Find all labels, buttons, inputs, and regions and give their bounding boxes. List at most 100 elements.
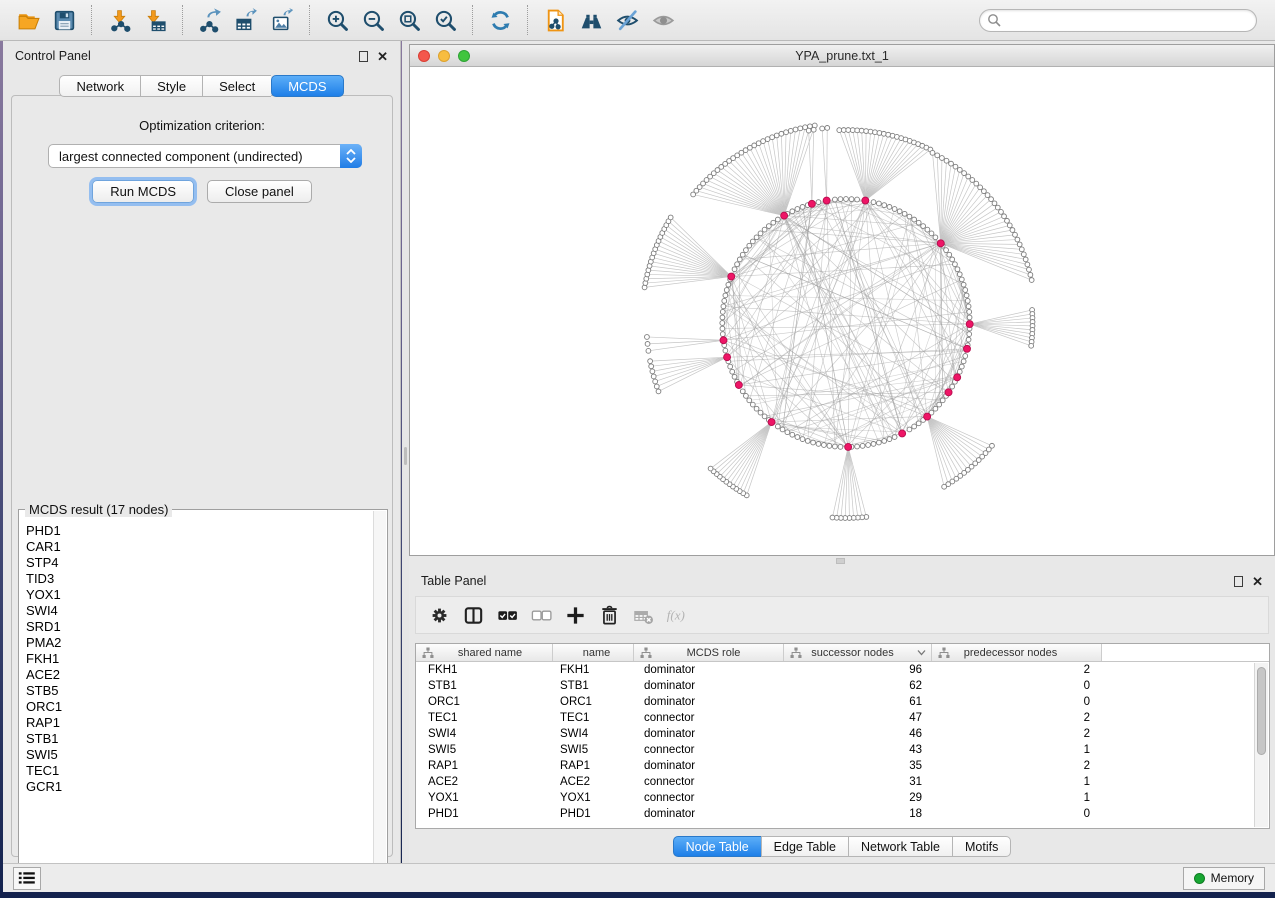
- column-header-name[interactable]: name: [553, 644, 634, 661]
- leaf-node[interactable]: [646, 348, 651, 353]
- table-scrollbar[interactable]: [1254, 663, 1268, 827]
- leaf-node[interactable]: [1007, 223, 1012, 228]
- ring-node[interactable]: [790, 432, 795, 437]
- mcds-hub-node[interactable]: [823, 197, 830, 204]
- table-row[interactable]: ORC1ORC1dominator610: [416, 694, 1269, 710]
- ring-node[interactable]: [771, 220, 776, 225]
- close-panel-icon[interactable]: ✕: [377, 51, 388, 62]
- mcds-hub-node[interactable]: [954, 374, 961, 381]
- mcds-hub-node[interactable]: [808, 200, 815, 207]
- mcds-hub-node[interactable]: [966, 321, 973, 328]
- mcds-result-node[interactable]: ACE2: [26, 667, 372, 683]
- mcds-result-node[interactable]: STB1: [26, 731, 372, 747]
- leaf-node[interactable]: [649, 364, 654, 369]
- table-row[interactable]: FKH1FKH1dominator962: [416, 662, 1269, 678]
- leaf-node[interactable]: [656, 389, 661, 394]
- mcds-result-node[interactable]: SWI5: [26, 747, 372, 763]
- leaf-node[interactable]: [935, 153, 940, 158]
- ring-node[interactable]: [762, 227, 767, 232]
- ring-node[interactable]: [916, 421, 921, 426]
- mcds-hub-node[interactable]: [768, 419, 775, 426]
- ring-node[interactable]: [754, 406, 759, 411]
- ring-node[interactable]: [933, 406, 938, 411]
- ring-node[interactable]: [723, 293, 728, 298]
- ring-node[interactable]: [721, 304, 726, 309]
- ring-node[interactable]: [937, 402, 942, 407]
- tab-network-table[interactable]: Network Table: [848, 836, 952, 857]
- ring-node[interactable]: [720, 321, 725, 326]
- column-header-shared-name[interactable]: shared name: [416, 644, 553, 661]
- leaf-node[interactable]: [761, 139, 766, 144]
- ring-node[interactable]: [912, 217, 917, 222]
- leaf-node[interactable]: [793, 127, 798, 132]
- ring-node[interactable]: [877, 440, 882, 445]
- search-input[interactable]: [979, 9, 1257, 32]
- ring-node[interactable]: [747, 243, 752, 248]
- export-table-button[interactable]: [228, 4, 264, 36]
- leaf-node[interactable]: [1023, 257, 1028, 262]
- memory-button[interactable]: Memory: [1183, 867, 1265, 890]
- ring-node[interactable]: [966, 337, 971, 342]
- leaf-node[interactable]: [995, 205, 1000, 210]
- leaf-node[interactable]: [962, 171, 967, 176]
- hide-selected-button[interactable]: [609, 4, 645, 36]
- mcds-hub-node[interactable]: [720, 337, 727, 344]
- ring-node[interactable]: [963, 288, 968, 293]
- export-network-button[interactable]: [192, 4, 228, 36]
- mcds-hub-node[interactable]: [724, 354, 731, 361]
- mcds-result-node[interactable]: STB5: [26, 683, 372, 699]
- ring-node[interactable]: [744, 393, 749, 398]
- leaf-node[interactable]: [1015, 237, 1020, 242]
- mcds-result-node[interactable]: CAR1: [26, 539, 372, 555]
- ring-node[interactable]: [800, 205, 805, 210]
- leaf-node[interactable]: [957, 167, 962, 172]
- leaf-node[interactable]: [820, 126, 825, 131]
- ring-node[interactable]: [887, 205, 892, 210]
- leaf-node[interactable]: [765, 137, 770, 142]
- table-row[interactable]: TEC1TEC1connector472: [416, 710, 1269, 726]
- leaf-node[interactable]: [830, 515, 835, 520]
- close-panel-icon[interactable]: ✕: [1252, 576, 1263, 587]
- mcds-result-node[interactable]: TID3: [26, 571, 372, 587]
- table-row[interactable]: SWI5SWI5connector431: [416, 742, 1269, 758]
- tab-motifs[interactable]: Motifs: [952, 836, 1011, 857]
- ring-node[interactable]: [950, 384, 955, 389]
- ring-node[interactable]: [902, 211, 907, 216]
- mcds-result-node[interactable]: YOX1: [26, 587, 372, 603]
- ring-node[interactable]: [730, 369, 735, 374]
- leaf-node[interactable]: [1027, 267, 1032, 272]
- ring-node[interactable]: [912, 424, 917, 429]
- ring-node[interactable]: [800, 437, 805, 442]
- ring-node[interactable]: [740, 252, 745, 257]
- zoom-selected-button[interactable]: [427, 4, 463, 36]
- delete-columns-button[interactable]: [592, 600, 626, 630]
- leaf-node[interactable]: [806, 128, 811, 133]
- mcds-hub-node[interactable]: [845, 443, 852, 450]
- mcds-result-node[interactable]: GCR1: [26, 779, 372, 795]
- save-session-button[interactable]: [46, 4, 82, 36]
- ring-node[interactable]: [887, 437, 892, 442]
- ring-node[interactable]: [720, 309, 725, 314]
- leaf-node[interactable]: [1002, 214, 1007, 219]
- ring-node[interactable]: [805, 439, 810, 444]
- ring-node[interactable]: [871, 200, 876, 205]
- mcds-result-node[interactable]: SRD1: [26, 619, 372, 635]
- new-network-from-selection-button[interactable]: [537, 4, 573, 36]
- ring-node[interactable]: [726, 282, 731, 287]
- ring-node[interactable]: [967, 309, 972, 314]
- ring-node[interactable]: [959, 364, 964, 369]
- mcds-result-node[interactable]: ORC1: [26, 699, 372, 715]
- mcds-result-node[interactable]: TEC1: [26, 763, 372, 779]
- export-image-button[interactable]: [264, 4, 300, 36]
- ring-node[interactable]: [965, 298, 970, 303]
- optimization-criterion-select[interactable]: largest connected component (undirected): [48, 144, 362, 168]
- ring-node[interactable]: [957, 272, 962, 277]
- table-mode-button[interactable]: [422, 600, 456, 630]
- ring-node[interactable]: [811, 440, 816, 445]
- ring-node[interactable]: [855, 444, 860, 449]
- leaf-node[interactable]: [811, 127, 816, 132]
- ring-node[interactable]: [785, 430, 790, 435]
- ring-node[interactable]: [921, 224, 926, 229]
- ring-node[interactable]: [750, 402, 755, 407]
- scrollbar-thumb[interactable]: [1257, 667, 1266, 755]
